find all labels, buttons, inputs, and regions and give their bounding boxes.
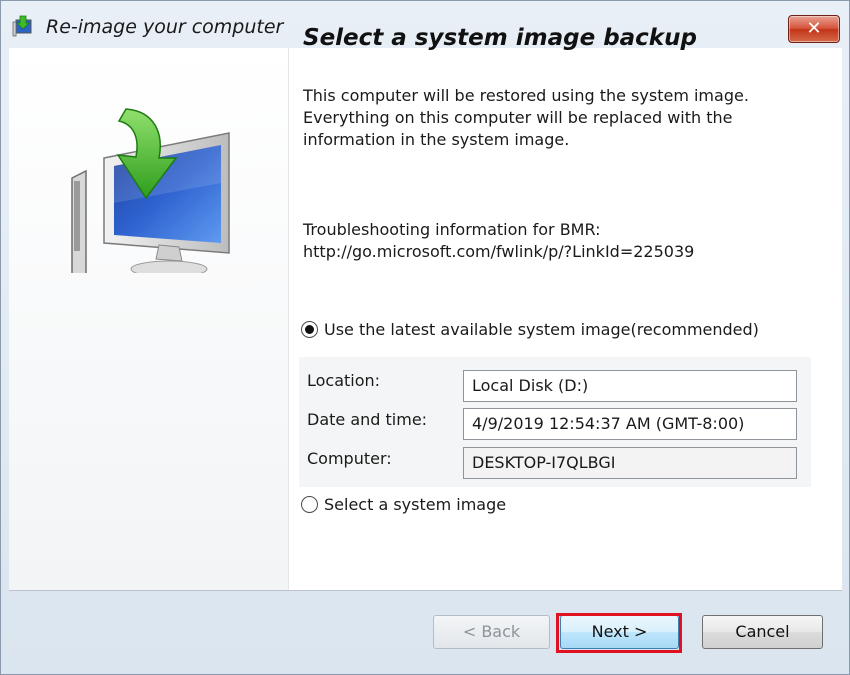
troubleshooting-label: Troubleshooting information for BMR: [303,220,601,239]
latest-image-option[interactable]: Use the latest available system image(re… [301,320,759,339]
window-title: Re-image your computer [46,16,284,38]
computer-label: Computer: [307,449,392,468]
select-image-label: Select a system image [324,495,507,514]
latest-image-label: Use the latest available system image(re… [324,320,759,339]
location-field: Local Disk (D:) [463,370,797,402]
computer-restore-icon [71,108,230,273]
reimage-window: Re-image your computer ✕ Select a system… [0,0,850,675]
datetime-field: 4/9/2019 12:54:37 AM (GMT-8:00) [463,408,797,440]
cancel-button[interactable]: Cancel [702,615,823,649]
troubleshooting-info: Troubleshooting information for BMR: htt… [303,219,813,263]
next-button[interactable]: Next > [560,615,679,649]
image-details-panel: Location: Local Disk (D:) Date and time:… [299,357,811,487]
back-button[interactable]: < Back [433,615,550,649]
datetime-label: Date and time: [307,410,428,429]
system-restore-icon [12,15,32,37]
close-button[interactable]: ✕ [788,15,840,43]
page-heading: Select a system image backup [303,25,697,51]
troubleshooting-link[interactable]: http://go.microsoft.com/fwlink/p/?LinkId… [303,241,813,263]
location-label: Location: [307,371,381,390]
select-image-option[interactable]: Select a system image [301,495,506,514]
restore-description: This computer will be restored using the… [303,86,749,149]
footer-separator [9,590,842,591]
select-image-radio[interactable] [301,496,318,513]
latest-image-radio[interactable] [301,321,318,338]
side-panel [9,48,289,591]
computer-field: DESKTOP-I7QLBGI [463,447,797,479]
